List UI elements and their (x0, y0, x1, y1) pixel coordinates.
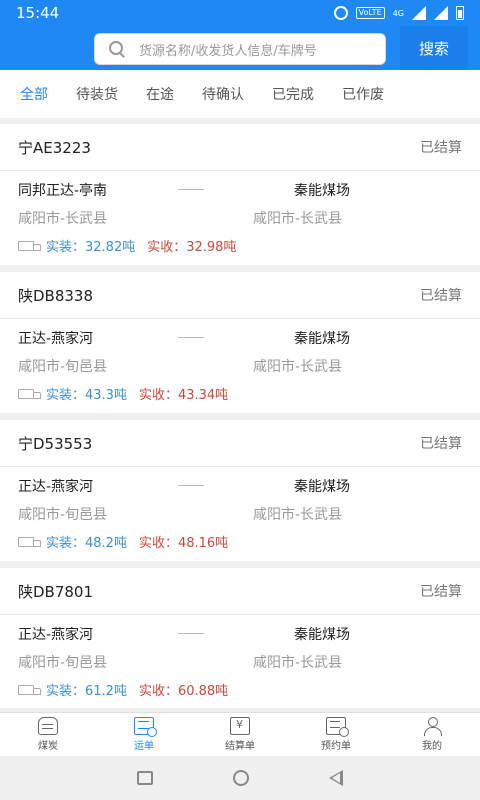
card-header: 陕DB8338 已结算 (0, 272, 480, 319)
quantities: 实装：61.2吨 实收：60.88吨 (18, 680, 228, 699)
destination: 秦能煤场 (294, 627, 350, 643)
origin-region: 咸阳市-长武县 (18, 211, 108, 227)
route-dash (178, 189, 204, 190)
tab-in-transit[interactable]: 在途 (146, 84, 174, 104)
route-dash (178, 485, 204, 486)
origin: 同邦正达-亭南 (18, 183, 108, 199)
signal-icon-2 (434, 6, 448, 20)
home-icon[interactable] (233, 770, 249, 786)
tab-all[interactable]: 全部 (20, 84, 48, 104)
loaded-quantity: 实装：48.2吨 (46, 536, 127, 551)
quantities: 实装：48.2吨 实收：48.16吨 (18, 532, 228, 551)
bottom-nav: 煤炭 运单 结算单 预约单 我的 (0, 712, 480, 756)
origin-region: 咸阳市-旬邑县 (18, 507, 108, 523)
order-status: 已结算 (420, 436, 462, 452)
destination-region: 咸阳市-长武县 (253, 359, 343, 375)
received-quantity: 实收：48.16吨 (138, 536, 229, 551)
coal-icon (38, 717, 58, 735)
received-quantity: 实收：32.98吨 (147, 240, 237, 255)
origin: 正达-燕家河 (18, 627, 94, 643)
settlement-icon (230, 717, 250, 735)
nav-waybill[interactable]: 运单 (96, 713, 192, 756)
nav-coal[interactable]: 煤炭 (0, 713, 96, 756)
nav-label: 运单 (134, 741, 154, 752)
order-card[interactable]: 宁D53553 已结算 正达-燕家河 秦能煤场 咸阳市-旬邑县 咸阳市-长武县 … (0, 420, 480, 561)
profile-icon (423, 717, 442, 736)
origin: 正达-燕家河 (18, 331, 94, 347)
nav-label: 我的 (422, 741, 442, 752)
nav-label: 预约单 (321, 741, 351, 752)
nav-label: 煤炭 (38, 741, 58, 752)
tab-pending-confirm[interactable]: 待确认 (202, 84, 244, 104)
signal-icon (412, 6, 426, 20)
volte-icon: VoLTE (355, 7, 385, 19)
destination-region: 咸阳市-长武县 (253, 507, 343, 523)
plate-number: 陕DB7801 (18, 582, 94, 601)
loaded-quantity: 实装：32.82吨 (46, 240, 136, 255)
truck-icon (18, 536, 41, 548)
card-header: 宁D53553 已结算 (0, 420, 480, 467)
search-button[interactable]: 搜索 (400, 26, 468, 70)
plate-number: 宁D53553 (18, 434, 93, 453)
order-card[interactable]: 宁AE3223 已结算 同邦正达-亭南 秦能煤场 咸阳市-长武县 咸阳市-长武县… (0, 124, 480, 265)
received-quantity: 实收：43.34吨 (138, 388, 229, 403)
order-status: 已结算 (420, 140, 462, 156)
system-nav-bar (0, 756, 480, 800)
alarm-icon (333, 6, 348, 20)
route-dash (178, 633, 204, 634)
recent-apps-icon[interactable] (137, 771, 153, 785)
header: 货源名称/收发货人信息/车牌号 搜索 (0, 26, 480, 70)
order-list: 宁AE3223 已结算 同邦正达-亭南 秦能煤场 咸阳市-长武县 咸阳市-长武县… (0, 124, 480, 708)
order-status: 已结算 (420, 584, 462, 600)
tab-voided[interactable]: 已作废 (342, 84, 384, 104)
loaded-quantity: 实装：43.3吨 (46, 388, 127, 403)
origin-region: 咸阳市-旬邑县 (18, 359, 108, 375)
origin: 正达-燕家河 (18, 479, 94, 495)
destination: 秦能煤场 (294, 479, 350, 495)
truck-icon (18, 684, 41, 696)
nav-booking[interactable]: 预约单 (288, 713, 384, 756)
search-input[interactable]: 货源名称/收发货人信息/车牌号 (94, 33, 386, 65)
status-tabs: 全部 待装货 在途 待确认 已完成 已作废 (0, 70, 480, 118)
plate-number: 陕DB8338 (18, 286, 94, 305)
search-placeholder: 货源名称/收发货人信息/车牌号 (139, 43, 317, 59)
battery-icon (456, 6, 464, 20)
nav-settlement[interactable]: 结算单 (192, 713, 288, 756)
route-dash (178, 337, 204, 338)
order-card[interactable]: 陕DB8338 已结算 正达-燕家河 秦能煤场 咸阳市-旬邑县 咸阳市-长武县 … (0, 272, 480, 413)
order-card[interactable]: 陕DB7801 已结算 正达-燕家河 秦能煤场 咸阳市-旬邑县 咸阳市-长武县 … (0, 568, 480, 708)
booking-icon (326, 717, 349, 737)
card-header: 宁AE3223 已结算 (0, 124, 480, 171)
destination-region: 咸阳市-长武县 (253, 655, 343, 671)
card-header: 陕DB7801 已结算 (0, 568, 480, 615)
order-status: 已结算 (420, 288, 462, 304)
quantities: 实装：32.82吨 实收：32.98吨 (18, 236, 236, 255)
truck-icon (18, 388, 41, 400)
origin-region: 咸阳市-旬邑县 (18, 655, 108, 671)
destination-region: 咸阳市-长武县 (253, 211, 343, 227)
destination: 秦能煤场 (294, 183, 350, 199)
tab-pending-load[interactable]: 待装货 (76, 84, 118, 104)
nav-profile[interactable]: 我的 (384, 713, 480, 756)
status-time: 15:44 (16, 4, 60, 22)
back-icon[interactable] (329, 770, 343, 786)
tab-completed[interactable]: 已完成 (272, 84, 314, 104)
status-bar: 15:44 VoLTE 4G (0, 0, 480, 26)
network-type-icon: 4G (392, 8, 404, 18)
quantities: 实装：43.3吨 实收：43.34吨 (18, 384, 228, 403)
loaded-quantity: 实装：61.2吨 (46, 684, 127, 699)
received-quantity: 实收：60.88吨 (138, 684, 229, 699)
waybill-icon (134, 717, 157, 737)
truck-icon (18, 240, 41, 252)
search-icon (109, 41, 125, 57)
nav-label: 结算单 (225, 741, 255, 752)
status-icons: VoLTE 4G (333, 6, 464, 20)
destination: 秦能煤场 (294, 331, 350, 347)
plate-number: 宁AE3223 (18, 138, 91, 157)
